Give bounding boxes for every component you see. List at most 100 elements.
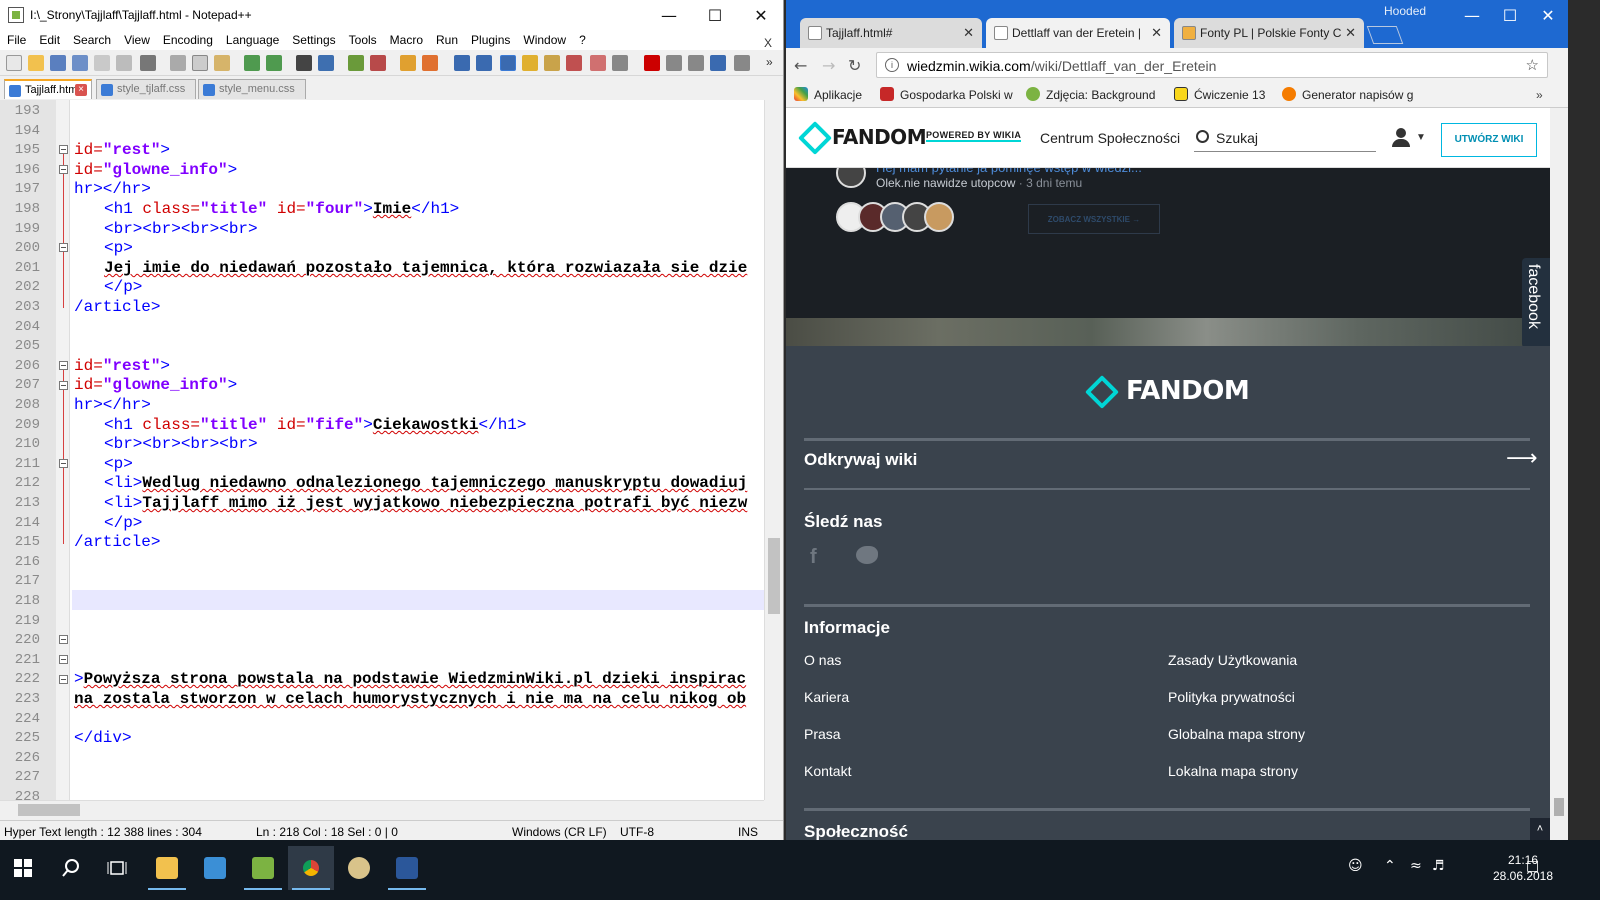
sync-vertical-icon[interactable]	[400, 55, 416, 71]
search-button[interactable]	[48, 846, 94, 890]
global-sitemap-link[interactable]: Globalna mapa strony	[1168, 726, 1305, 742]
system-clock[interactable]: 21:16 28.06.2018	[1488, 852, 1558, 884]
close-document-icon[interactable]: X	[757, 33, 778, 50]
close-tab-icon[interactable]: ✕	[1345, 25, 1356, 41]
copy-icon[interactable]	[192, 55, 208, 71]
paint-taskbar[interactable]	[336, 846, 382, 890]
community-central-link[interactable]: Centrum Społeczności	[1040, 130, 1180, 146]
fold-toggle-icon[interactable]	[59, 381, 68, 390]
minimize-button[interactable]: —	[1452, 0, 1492, 30]
people-icon[interactable]: ☺	[1348, 858, 1363, 874]
notifications-icon[interactable]: □	[1526, 858, 1539, 874]
forward-icon[interactable]: →	[822, 56, 835, 75]
open-file-icon[interactable]	[28, 55, 44, 71]
print-icon[interactable]	[140, 55, 156, 71]
menu-edit[interactable]: Edit	[32, 30, 66, 47]
create-wiki-button[interactable]: UTWÓRZ WIKI	[1441, 123, 1537, 157]
new-tab-button[interactable]	[1366, 26, 1404, 44]
stop-macro-icon[interactable]	[666, 55, 682, 71]
fold-toggle-icon[interactable]	[59, 459, 68, 468]
facebook-icon[interactable]: f	[810, 546, 817, 569]
bookmark-generator[interactable]: Generator napisów g	[1282, 87, 1413, 102]
bookmark-gospodarka[interactable]: Gospodarka Polski w	[880, 87, 1013, 102]
tab-style-tjlaff-css[interactable]: style_tjlaff.css	[96, 79, 196, 99]
fold-toggle-icon[interactable]	[59, 635, 68, 644]
redo-icon[interactable]	[266, 55, 282, 71]
back-icon[interactable]: ←	[794, 56, 807, 75]
facebook-tab[interactable]: facebook	[1522, 258, 1550, 348]
author-name[interactable]: Olek.nie nawidze utopcow	[876, 176, 1015, 190]
doc-map-icon[interactable]	[544, 55, 560, 71]
save-macro-icon[interactable]	[734, 55, 750, 71]
scroll-thumb[interactable]	[18, 804, 80, 816]
task-view-button[interactable]	[94, 846, 140, 890]
fold-toggle-icon[interactable]	[59, 165, 68, 174]
file-explorer-taskbar[interactable]	[144, 846, 190, 890]
fold-toggle-icon[interactable]	[59, 145, 68, 154]
contact-link[interactable]: Kontakt	[804, 763, 851, 779]
menu-view[interactable]: View	[117, 30, 156, 47]
reload-icon[interactable]: ↻	[848, 56, 861, 75]
menu-settings[interactable]: Settings	[285, 30, 341, 47]
info-icon[interactable]: i	[885, 58, 899, 72]
function-list-icon[interactable]	[566, 55, 582, 71]
start-button[interactable]	[0, 846, 46, 890]
menu-encoding[interactable]: Encoding	[156, 30, 219, 47]
volume-icon[interactable]: ♬	[1432, 858, 1445, 874]
close-button[interactable]: ✕	[738, 0, 783, 30]
toolbar-overflow-icon[interactable]: »	[766, 55, 776, 71]
back-to-top-button[interactable]: ˄	[1530, 818, 1550, 840]
careers-link[interactable]: Kariera	[804, 689, 849, 705]
save-all-icon[interactable]	[72, 55, 88, 71]
word-wrap-icon[interactable]	[454, 55, 470, 71]
tab-style-menu-css[interactable]: style_menu.css	[198, 79, 306, 99]
language-icon[interactable]	[522, 55, 538, 71]
fold-toggle-icon[interactable]	[59, 361, 68, 370]
sync-horizontal-icon[interactable]	[422, 55, 438, 71]
word-taskbar[interactable]	[384, 846, 430, 890]
fandom-search[interactable]: Szukaj	[1194, 126, 1376, 152]
maximize-button[interactable]: ☐	[692, 0, 738, 30]
notepadpp-taskbar[interactable]	[240, 846, 286, 890]
indent-guide-icon[interactable]	[500, 55, 516, 71]
undo-icon[interactable]	[244, 55, 260, 71]
menu-macro[interactable]: Macro	[383, 30, 429, 47]
record-macro-icon[interactable]	[644, 55, 660, 71]
close-tab-icon[interactable]: ✕	[963, 25, 974, 41]
folder-workspace-icon[interactable]	[590, 55, 606, 71]
monitoring-icon[interactable]	[612, 55, 628, 71]
omnibox[interactable]: i wiedzmin.wikia.com/wiki/Dettlaff_van_d…	[876, 52, 1548, 78]
fold-toggle-icon[interactable]	[59, 243, 68, 252]
save-icon[interactable]	[50, 55, 66, 71]
bookmark-zdjecia[interactable]: Zdjęcia: Background	[1026, 87, 1155, 102]
privacy-link[interactable]: Polityka prywatności	[1168, 689, 1295, 705]
page-scrollbar[interactable]	[1550, 108, 1568, 840]
close-tab-icon[interactable]: ×	[75, 84, 87, 96]
remote-desktop-taskbar[interactable]	[192, 846, 238, 890]
paste-icon[interactable]	[214, 55, 230, 71]
vertical-scrollbar[interactable]	[764, 100, 782, 800]
maximize-button[interactable]: ☐	[1490, 0, 1530, 30]
twitter-icon[interactable]	[856, 546, 878, 564]
find-icon[interactable]	[296, 55, 312, 71]
terms-link[interactable]: Zasady Użytkowania	[1168, 652, 1297, 668]
browser-tab-dettlaff[interactable]: Dettlaff van der Eretein | ✕	[986, 18, 1170, 48]
wifi-icon[interactable]: ≈	[1410, 858, 1422, 874]
close-button[interactable]: ✕	[1528, 0, 1568, 30]
tab-tajjlaff-html[interactable]: Tajjlaff.html ×	[4, 79, 92, 99]
footer-fandom-logo[interactable]: FANDOM	[1126, 376, 1250, 406]
zoom-out-icon[interactable]	[370, 55, 386, 71]
close-tab-icon[interactable]: ✕	[1151, 25, 1162, 41]
bookmarks-overflow-icon[interactable]: »	[1536, 88, 1543, 102]
fold-toggle-icon[interactable]	[59, 675, 68, 684]
explore-wiki-link[interactable]: Odkrywaj wiki	[804, 450, 917, 470]
menu-file[interactable]: File	[0, 30, 32, 47]
chevron-up-icon[interactable]: ⌃	[1384, 858, 1396, 874]
minimize-button[interactable]: —	[646, 0, 692, 30]
browser-tab-fonty[interactable]: Fonty PL | Polskie Fonty C ✕	[1174, 18, 1364, 48]
browser-tab-tajjlaff[interactable]: Tajjlaff.html# ✕	[800, 18, 982, 48]
cut-icon[interactable]	[170, 55, 186, 71]
bookmark-star-icon[interactable]: ☆	[1526, 56, 1539, 74]
menu-tools[interactable]: Tools	[342, 30, 383, 47]
avatar[interactable]	[924, 202, 954, 232]
